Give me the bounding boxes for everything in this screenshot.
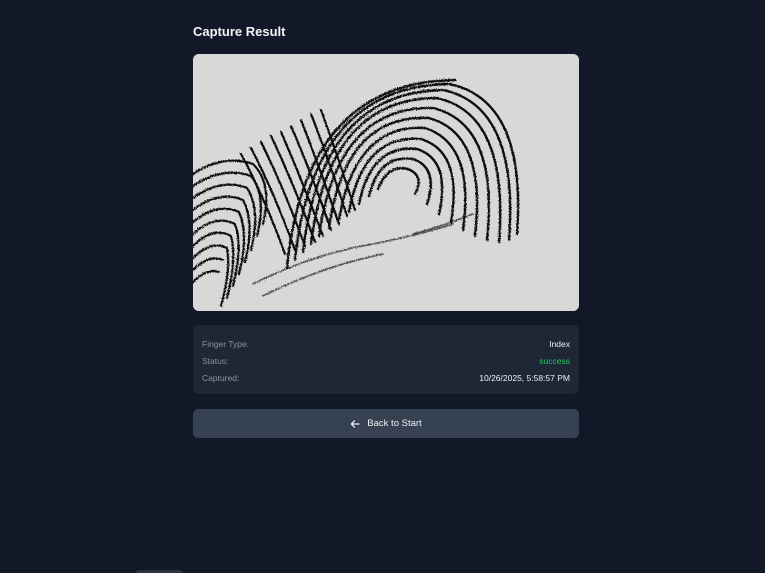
capture-result-container: Capture Result Finger Type: Index Status… (193, 22, 579, 438)
detail-row-captured: Captured: 10/26/2025, 5:58:57 PM (202, 369, 570, 386)
back-to-start-button[interactable]: Back to Start (193, 409, 579, 438)
arrow-left-icon (350, 419, 360, 429)
captured-label: Captured: (202, 372, 240, 383)
capture-details-panel: Finger Type: Index Status: success Captu… (193, 325, 579, 394)
status-label: Status: (202, 355, 229, 366)
page: Capture Result Finger Type: Index Status… (0, 0, 765, 573)
back-to-start-label: Back to Start (367, 418, 422, 429)
finger-type-value: Index (549, 338, 570, 349)
finger-type-label: Finger Type: (202, 338, 250, 349)
status-value: success (539, 355, 570, 366)
fingerprint-graphic (193, 54, 579, 311)
captured-value: 10/26/2025, 5:58:57 PM (479, 372, 570, 383)
page-title: Capture Result (193, 24, 286, 39)
detail-row-status: Status: success (202, 352, 570, 369)
fingerprint-image (193, 54, 579, 311)
detail-row-finger-type: Finger Type: Index (202, 335, 570, 352)
